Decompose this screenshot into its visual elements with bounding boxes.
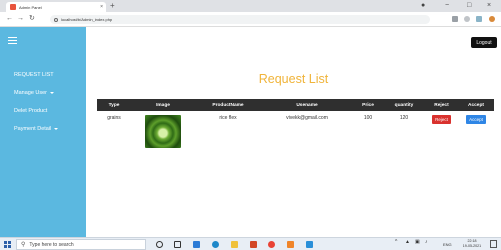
extension-icon[interactable] <box>452 16 458 22</box>
cell-accept: Accept <box>458 111 494 153</box>
column-header: Price <box>353 99 383 111</box>
page-title: Request List <box>258 72 329 86</box>
minimize-button[interactable]: − <box>445 1 449 10</box>
task-view-icon[interactable] <box>174 241 181 248</box>
extensions-menu-icon[interactable] <box>476 16 482 22</box>
search-icon: ⚲ <box>21 241 26 248</box>
battery-icon[interactable]: ▣ <box>415 240 420 245</box>
cortana-icon[interactable] <box>156 241 163 248</box>
network-icon[interactable]: ▲ <box>405 240 410 245</box>
main-content: Logout Request List Type Image ProductNa… <box>86 27 501 237</box>
store-icon[interactable] <box>193 241 200 248</box>
reload-icon[interactable]: ↻ <box>29 15 35 23</box>
cell-quantity: 120 <box>399 115 409 121</box>
forward-arrow-icon[interactable]: → <box>17 15 24 23</box>
maximize-button[interactable]: □ <box>467 1 471 10</box>
logout-button[interactable]: Logout <box>471 37 497 48</box>
file-explorer-icon[interactable] <box>231 241 238 248</box>
tray-chevron-icon[interactable]: ^ <box>395 240 397 245</box>
browser-tab-bar: Admin Panel × + ● − □ × <box>0 0 501 12</box>
cell-image <box>131 111 195 153</box>
caret-down-icon <box>50 92 55 94</box>
favicon-icon <box>10 4 16 10</box>
table-header-row: Type Image ProductName Usename Price qua… <box>97 99 494 111</box>
profile-avatar[interactable] <box>489 16 495 22</box>
column-header: Usename <box>261 99 353 111</box>
column-header: Reject <box>425 99 458 111</box>
column-header: Accept <box>458 99 494 111</box>
xampp-icon[interactable] <box>287 241 294 248</box>
request-table: Type Image ProductName Usename Price qua… <box>97 99 494 153</box>
browser-tab[interactable]: Admin Panel × <box>6 2 106 12</box>
column-header: Image <box>131 99 195 111</box>
url-text: localhost/b/Admin_index.php <box>61 17 113 22</box>
powerpoint-icon[interactable] <box>250 241 257 248</box>
sidebar-item-manage-user[interactable]: Manage User <box>14 90 55 96</box>
search-placeholder: Type here to search <box>29 241 74 248</box>
sidebar-item-delet-product[interactable]: Delet Product <box>14 108 47 114</box>
column-header: ProductName <box>195 99 261 111</box>
sidebar-item-label: Delet Product <box>14 108 48 114</box>
cell-reject: Reject <box>425 111 458 153</box>
chrome-icon[interactable] <box>268 241 275 248</box>
taskbar: ⚲ Type here to search ^ ▲ ▣ ♪ ENG 22:18 … <box>0 237 501 250</box>
vscode-icon[interactable] <box>306 241 313 248</box>
sidebar-item-label: Manage User <box>14 90 48 96</box>
edge-icon[interactable] <box>212 241 219 248</box>
caret-down-icon <box>54 128 59 130</box>
cell-price: 100 <box>363 115 373 121</box>
close-window-button[interactable]: × <box>487 1 491 10</box>
tab-close-icon[interactable]: × <box>100 4 103 10</box>
windows-start-icon[interactable] <box>4 241 11 248</box>
accept-button[interactable]: Accept <box>466 115 486 124</box>
volume-icon[interactable]: ♪ <box>425 240 428 245</box>
clock[interactable]: 22:18 19-05-2021 <box>460 239 484 248</box>
column-header: Type <box>97 99 131 111</box>
new-tab-button[interactable]: + <box>110 1 115 11</box>
language-indicator[interactable]: ENG <box>443 242 452 247</box>
sidebar: REQUEST LIST Manage User Delet Product P… <box>0 27 86 237</box>
product-image <box>145 115 181 148</box>
sidebar-item-request-list[interactable]: REQUEST LIST <box>14 72 54 78</box>
taskbar-search-input[interactable]: ⚲ Type here to search <box>16 239 146 250</box>
sidebar-item-payment-detail[interactable]: Payment Detail <box>14 126 59 132</box>
clock-date: 19-05-2021 <box>462 243 482 248</box>
cell-product-name: rice flex <box>219 115 237 121</box>
cell-type: grains <box>107 115 121 121</box>
column-header: quantity <box>383 99 425 111</box>
url-field[interactable]: localhost/b/Admin_index.php <box>50 15 430 24</box>
info-icon[interactable] <box>54 17 58 22</box>
tab-title: Admin Panel <box>19 4 42 10</box>
reject-button[interactable]: Reject <box>432 115 451 124</box>
sidebar-item-label: Payment Detail <box>14 126 52 132</box>
cell-usename: vivekk@gmail.com <box>286 115 328 121</box>
sidebar-item-label: REQUEST LIST <box>14 72 54 78</box>
address-bar: ← → ↻ localhost/b/Admin_index.php <box>0 12 501 27</box>
account-icon[interactable]: ● <box>421 1 425 10</box>
back-arrow-icon[interactable]: ← <box>6 15 13 23</box>
notifications-icon[interactable] <box>490 240 497 248</box>
table-row: grains rice flex vivekk@gmail.com 100 12… <box>97 111 494 153</box>
extension-icon[interactable] <box>464 16 470 22</box>
hamburger-menu-icon[interactable] <box>8 37 17 45</box>
